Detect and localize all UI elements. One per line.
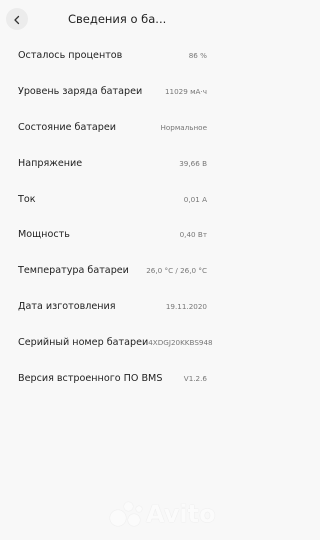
row-value: 19.11.2020 <box>165 301 207 311</box>
avito-logo-icon <box>110 500 144 528</box>
back-button[interactable] <box>6 8 28 30</box>
row-value: 86 % <box>188 51 207 61</box>
row-label: Уровень заряда батареи <box>18 86 143 98</box>
list-item-bms-firmware: Версия встроенного ПО BMS V1.2.6 <box>0 360 219 396</box>
watermark-text: Avito <box>146 500 216 528</box>
list-item-battery-health: Состояние батареи Нормальное <box>0 110 219 146</box>
row-label: Дата изготовления <box>18 300 116 312</box>
chevron-left-icon <box>12 10 22 29</box>
row-label: Серийный номер батареи <box>18 336 149 348</box>
row-value: V1.2.6 <box>183 373 207 383</box>
list-item-remaining-percent: Осталось процентов 86 % <box>0 38 219 74</box>
row-label: Температура батареи <box>18 265 129 277</box>
list-item-voltage: Напряжение 39,66 В <box>0 145 219 181</box>
top-app-bar: Сведения о ба... <box>0 0 219 40</box>
row-label: Осталось процентов <box>18 50 123 62</box>
row-label: Ток <box>18 193 36 205</box>
list-item-manufacture-date: Дата изготовления 19.11.2020 <box>0 289 219 325</box>
avito-watermark: Avito <box>110 500 216 528</box>
row-label: Состояние батареи <box>18 121 117 133</box>
row-label: Мощность <box>18 229 70 241</box>
row-value: 26,0 °C / 26,0 °C <box>146 266 207 276</box>
row-value: 0,01 А <box>183 194 207 204</box>
battery-info-list: Осталось процентов 86 % Уровень заряда б… <box>0 38 219 396</box>
row-label: Напряжение <box>18 157 83 169</box>
row-value: 39,66 В <box>179 158 207 168</box>
list-item-charge-level: Уровень заряда батареи 11029 мА·ч <box>0 74 219 110</box>
row-value: 4XDGJ20KKBS948 <box>148 337 213 347</box>
list-item-power: Мощность 0,40 Вт <box>0 217 219 253</box>
row-label: Версия встроенного ПО BMS <box>18 372 163 384</box>
row-value: 0,40 Вт <box>179 230 207 240</box>
row-value: 11029 мА·ч <box>164 87 207 97</box>
row-value: Нормальное <box>160 122 207 132</box>
list-item-serial-number: Серийный номер батареи 4XDGJ20KKBS948 <box>0 324 219 360</box>
list-item-battery-temperature: Температура батареи 26,0 °C / 26,0 °C <box>0 253 219 289</box>
list-item-current: Ток 0,01 А <box>0 181 219 217</box>
page-title: Сведения о ба... <box>68 12 167 26</box>
